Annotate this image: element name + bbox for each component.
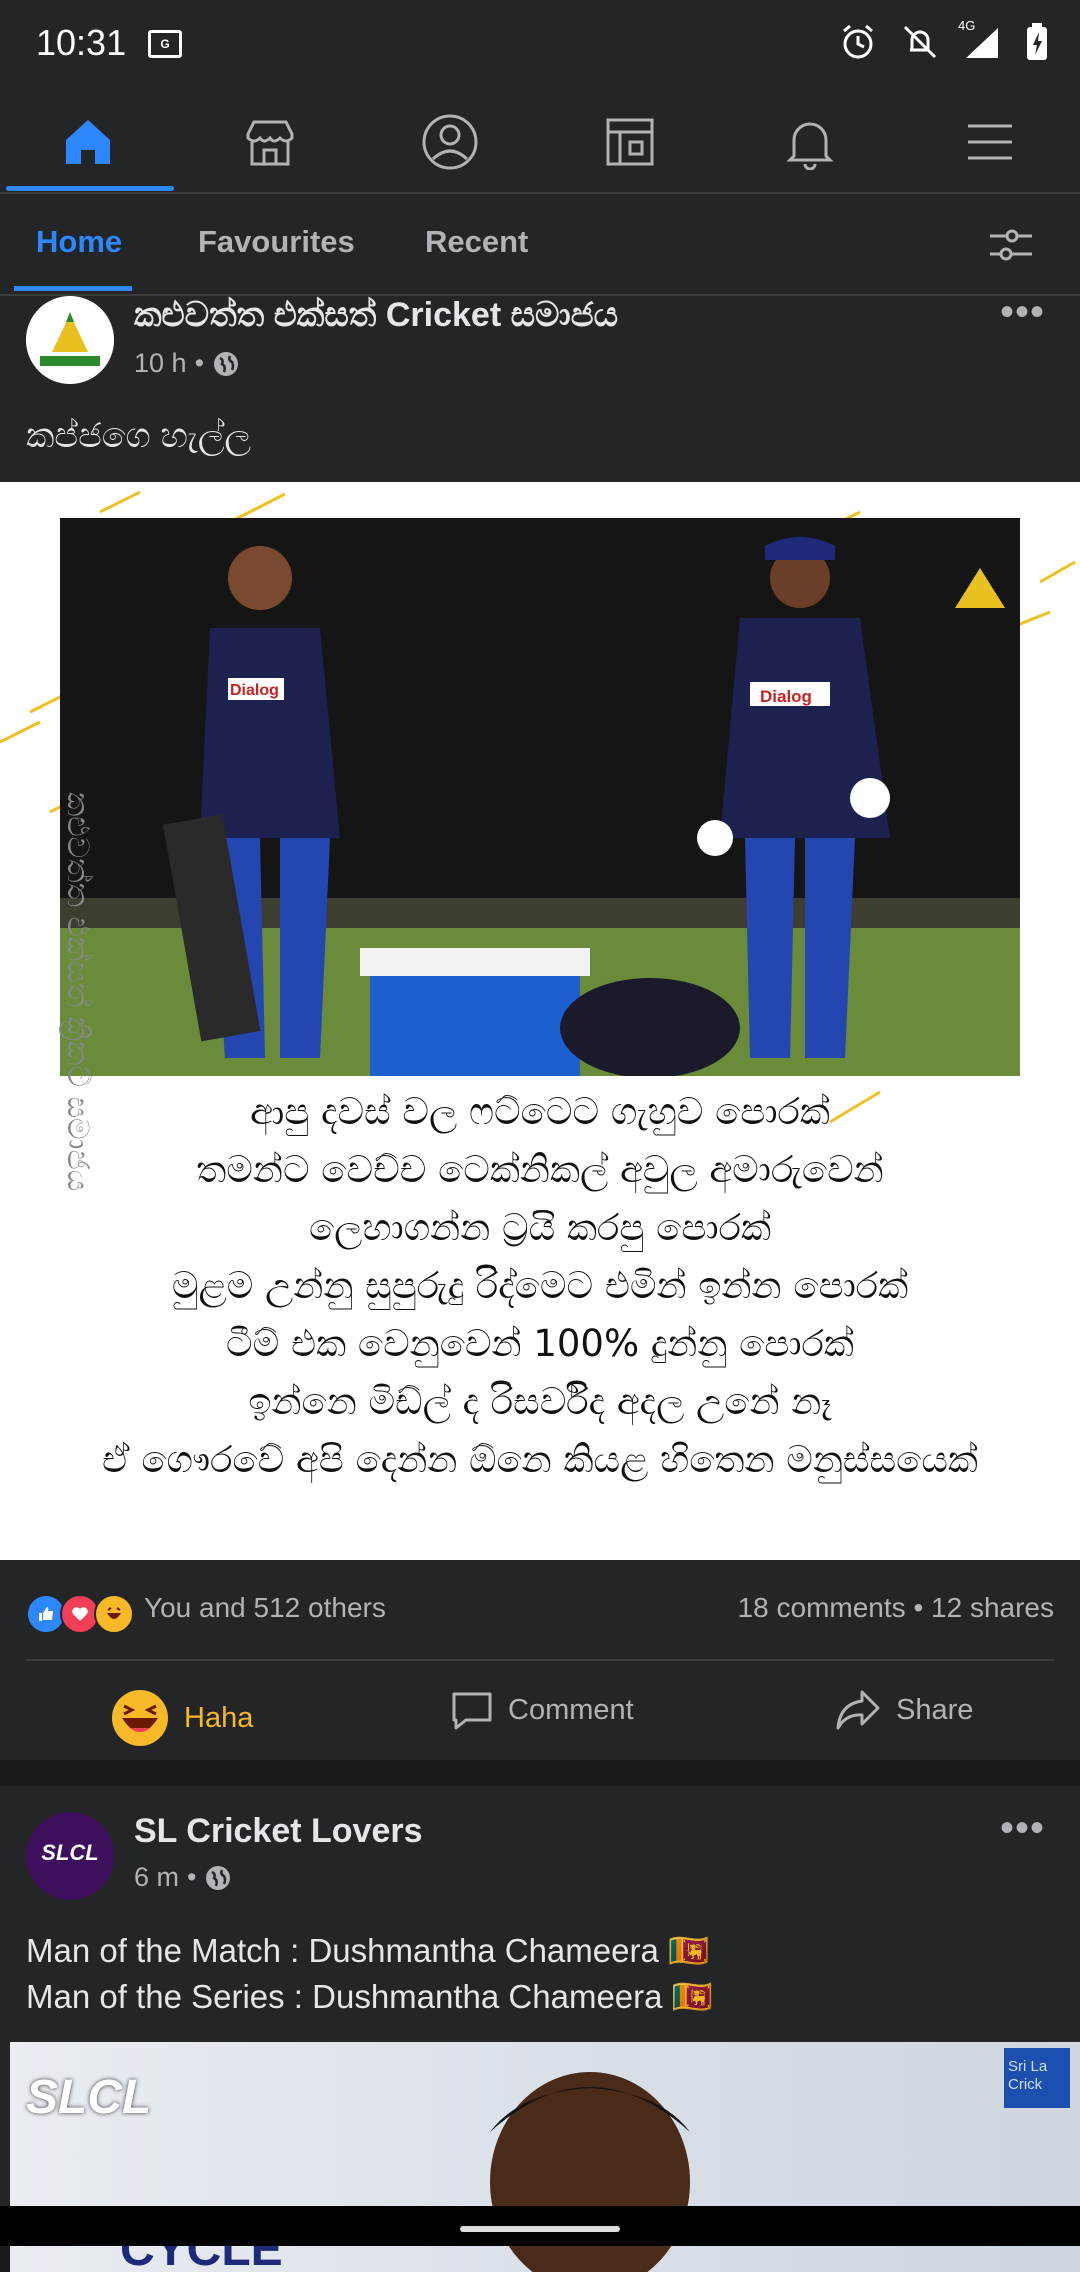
status-time: 10:31 xyxy=(36,22,127,63)
menu-icon[interactable] xyxy=(958,110,1022,174)
image-caption-line: ආපු දවස් වල ෆට්ටෙට ගැහුව පොරක් xyxy=(250,1090,830,1133)
signal-icon: 4G xyxy=(958,18,1002,62)
corner-badge-text: Sri La Crick xyxy=(1008,2058,1048,2093)
post-actions: Haha Comment Share xyxy=(0,1666,1080,1760)
cricket-photo: Dialog Dialog xyxy=(60,518,1020,1076)
comments-shares-count[interactable]: 18 comments • 12 shares xyxy=(738,1592,1054,1624)
gesture-bar xyxy=(0,2206,1080,2246)
haha-icon xyxy=(112,1690,168,1746)
tab-recent[interactable]: Recent xyxy=(425,224,528,260)
image-caption-line: ටීම් එක වෙනුවෙන් 100% දුන්නු පොරක් xyxy=(226,1322,854,1365)
reaction-icons[interactable] xyxy=(26,1594,134,1634)
share-button[interactable]: Share xyxy=(834,1688,973,1732)
meta-separator: • xyxy=(187,1862,197,1892)
post-meta: 6 m • xyxy=(134,1862,232,1893)
image-logo-text: SLCL xyxy=(26,2071,152,2124)
post-author[interactable]: කළුවත්ත එක්සත් Cricket සමාජය xyxy=(134,296,618,335)
divider xyxy=(26,1659,1054,1661)
share-label: Share xyxy=(896,1693,974,1726)
sim-icon: G xyxy=(148,30,182,58)
globe-icon xyxy=(214,351,239,376)
image-caption-line: ඉන්නෙ මිඩ්ල් ද රිසර්විද අදල උනේ නෑ xyxy=(248,1380,832,1423)
post-image[interactable]: Dialog Dialog කළුවත්ත එක්සත් ක්‍රිකට් සම… xyxy=(0,482,1080,1560)
home-indicator[interactable] xyxy=(460,2226,620,2232)
page-avatar[interactable]: SLCL xyxy=(26,1812,114,1900)
post-text: කප්ජගෙ හැල්ල xyxy=(26,416,252,455)
comment-icon xyxy=(452,1692,492,1730)
tab-favourites[interactable]: Favourites xyxy=(198,224,355,260)
page-avatar[interactable] xyxy=(26,296,114,384)
active-nav-indicator xyxy=(6,186,174,191)
image-caption-line: මුළම උන්නු සුපුරුදු රිද්මෙට එමින් ඉන්න ප… xyxy=(171,1264,909,1307)
globe-icon xyxy=(206,1865,231,1890)
avatar-logo-text: SLCL xyxy=(41,1840,99,1865)
reactions-count[interactable]: You and 512 others xyxy=(144,1592,386,1624)
comment-button[interactable]: Comment xyxy=(450,1688,634,1732)
haha-reaction-icon xyxy=(94,1594,134,1634)
post-meta: 10 h • xyxy=(134,348,240,379)
image-caption-line: ඒ ගෞරවේ අපි දෙන්න ඕනෙ කියළ හිතෙන මනුස්සය… xyxy=(102,1438,978,1481)
top-navigation xyxy=(0,88,1080,194)
post-stats: You and 512 others 18 comments • 12 shar… xyxy=(0,1586,1080,1642)
post-options-icon[interactable]: ••• xyxy=(1000,1808,1045,1848)
comment-label: Comment xyxy=(508,1693,634,1726)
post-time[interactable]: 10 h xyxy=(134,348,187,379)
share-icon xyxy=(836,1690,880,1730)
post-time[interactable]: 6 m xyxy=(134,1862,179,1893)
haha-label: Haha xyxy=(184,1701,254,1734)
post-options-icon[interactable]: ••• xyxy=(1000,292,1045,332)
status-icons: 4G xyxy=(838,18,1050,62)
status-bar: 10:31 G 4G xyxy=(0,0,1080,88)
feed-post: SLCL SL Cricket Lovers 6 m • ••• Man of … xyxy=(0,1786,1080,2272)
meta-separator: • xyxy=(194,348,205,378)
jersey-sponsor-1: Dialog xyxy=(230,682,279,699)
pages-icon[interactable] xyxy=(598,110,662,174)
tab-home[interactable]: Home xyxy=(36,224,122,260)
post-text-line: Man of the Match : Dushmantha Chameera 🇱… xyxy=(26,1932,710,1969)
image-caption-line: ලෙහාගන්න ට්‍රයි කරපු පොරක් xyxy=(308,1206,771,1249)
network-type: 4G xyxy=(958,18,976,33)
battery-icon xyxy=(1027,23,1047,60)
marketplace-icon[interactable] xyxy=(238,110,302,174)
corner-badge: Sri La Crick xyxy=(1004,2048,1070,2108)
notifications-icon[interactable] xyxy=(778,110,842,174)
feed-filter-tabs: Home Favourites Recent xyxy=(0,194,1080,296)
image-caption-line: තමන්ට වෙච්ච ටෙක්නිකල් අවුල අමාරුවෙන් xyxy=(196,1148,884,1191)
feed-post: කළුවත්ත එක්සත් Cricket සමාජය 10 h • ••• … xyxy=(0,292,1080,1760)
jersey-sponsor-2: Dialog xyxy=(760,687,812,706)
feed-separator xyxy=(0,1760,1080,1786)
filter-settings-icon[interactable] xyxy=(986,220,1036,270)
post-text-line: Man of the Series : Dushmantha Chameera … xyxy=(26,1978,713,2015)
active-tab-indicator xyxy=(14,286,132,291)
mute-icon xyxy=(903,25,937,59)
post-author[interactable]: SL Cricket Lovers xyxy=(134,1812,423,1851)
haha-button[interactable]: Haha xyxy=(110,1688,253,1748)
home-icon[interactable] xyxy=(56,110,120,174)
alarm-icon xyxy=(843,24,873,59)
profile-icon[interactable] xyxy=(418,110,482,174)
